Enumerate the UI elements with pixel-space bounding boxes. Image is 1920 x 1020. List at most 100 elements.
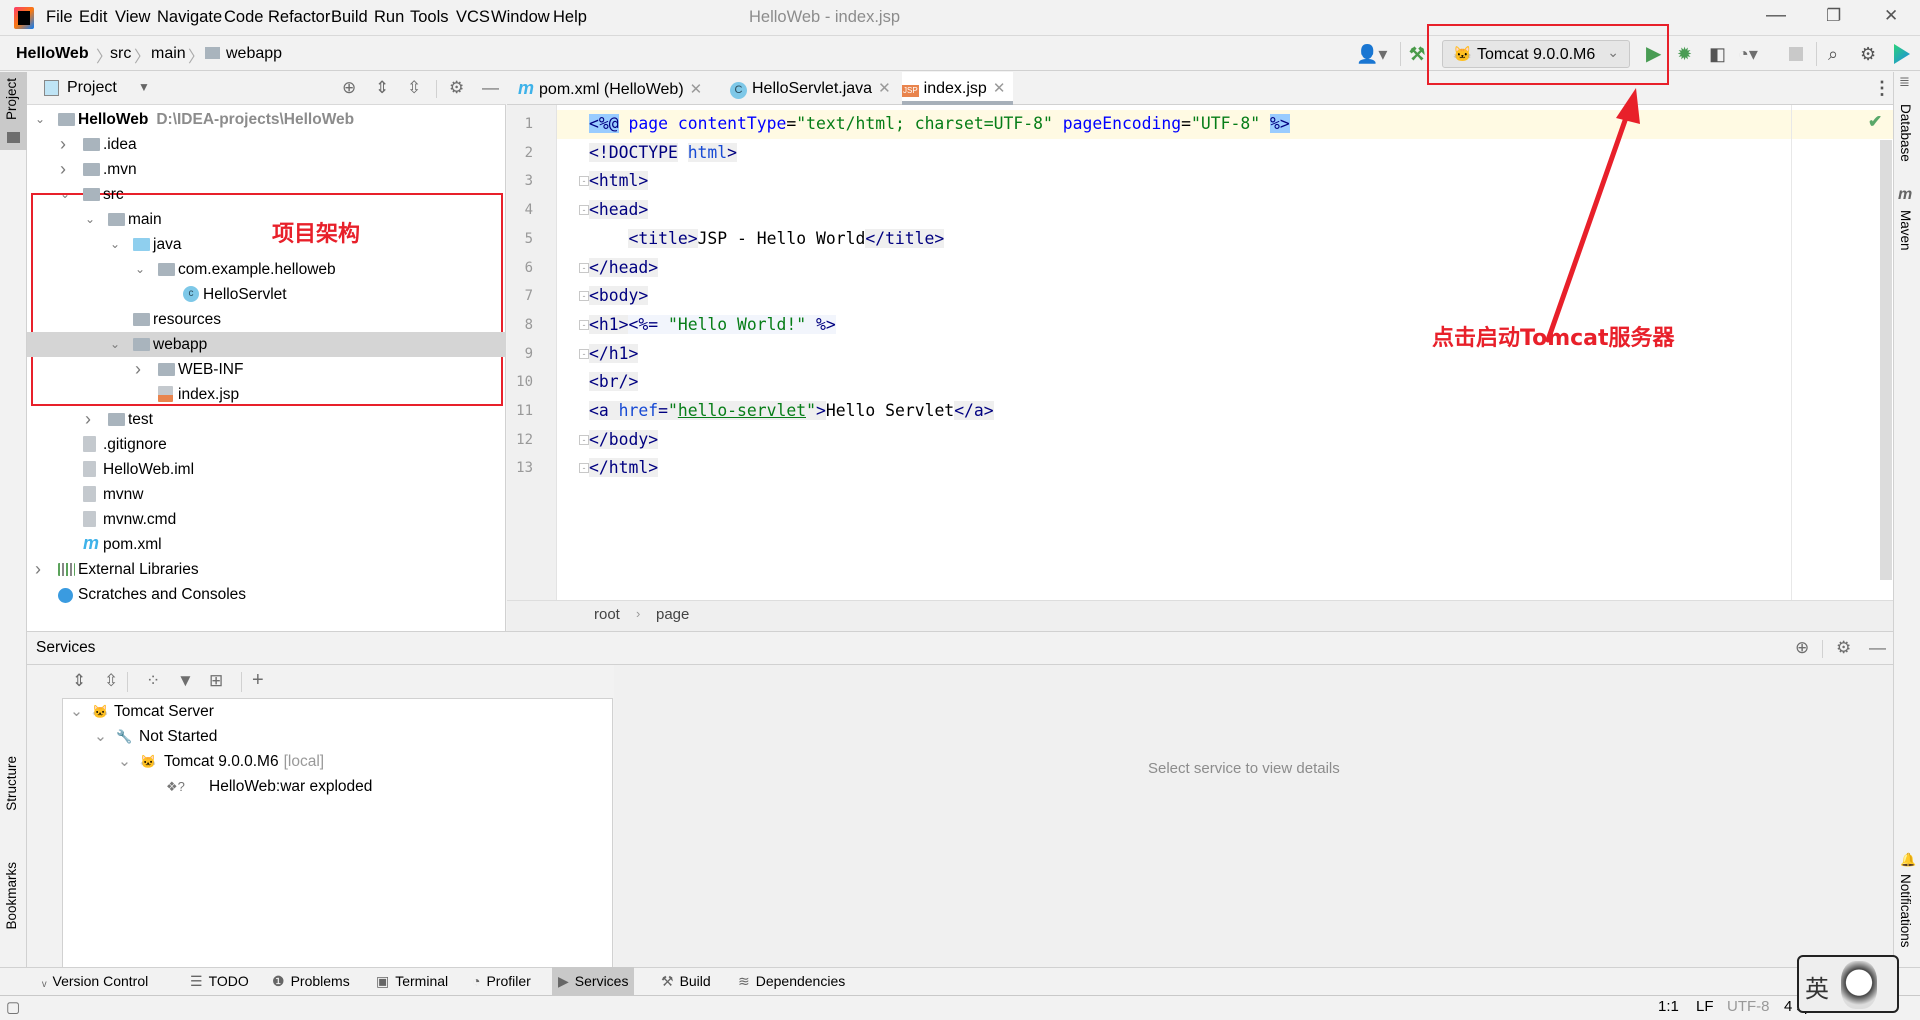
service-item-not-started[interactable]: Not Started: [139, 724, 217, 749]
collapse-all-icon[interactable]: ⇳: [407, 78, 421, 98]
chevron-down-icon[interactable]: ⌄: [35, 107, 45, 132]
fold-marker-icon[interactable]: -: [579, 463, 589, 474]
build-hammer-icon[interactable]: ⚒: [1409, 44, 1425, 64]
expand-all-icon[interactable]: ⇕: [72, 671, 86, 691]
tree-item-external-libraries[interactable]: › External Libraries: [27, 557, 506, 582]
tree-item-helloweb-iml[interactable]: HelloWeb.iml: [27, 457, 506, 482]
caret-position[interactable]: 1:1: [1658, 998, 1679, 1015]
chevron-down-icon[interactable]: ⌄: [85, 207, 95, 232]
maven-tool-tab[interactable]: Maven: [1898, 210, 1913, 251]
tree-item-helloweb[interactable]: ⌄ HelloWeb D:\IDEA-projects\HelloWeb: [27, 107, 506, 132]
code-line[interactable]: <a href="hello-servlet">Hello Servlet</a…: [589, 397, 994, 426]
code-line[interactable]: </h1>: [589, 340, 639, 369]
breadcrumb-src[interactable]: src: [110, 45, 131, 63]
settings-gear-icon[interactable]: ⚙: [1860, 44, 1876, 64]
fold-marker-icon[interactable]: -: [579, 262, 589, 273]
tree-item-java[interactable]: ⌄ java: [27, 232, 506, 257]
service-item-tomcat-server[interactable]: Tomcat Server: [114, 699, 214, 724]
user-icon[interactable]: 👤▾: [1356, 44, 1387, 64]
code-line[interactable]: <%@ page contentType="text/html; charset…: [589, 110, 1290, 139]
line-separator[interactable]: LF: [1696, 998, 1714, 1015]
chevron-down-icon[interactable]: ⌄: [110, 232, 120, 257]
code-line[interactable]: <!DOCTYPE html>: [589, 139, 738, 168]
fold-marker-icon[interactable]: -: [579, 205, 589, 216]
chevron-down-icon[interactable]: ⌄: [70, 699, 83, 724]
chevron-down-icon[interactable]: ⌄: [118, 749, 131, 774]
menu-help[interactable]: Help: [553, 8, 587, 27]
tree-item-helloservlet[interactable]: c HelloServlet: [27, 282, 506, 307]
fold-marker-icon[interactable]: -: [579, 348, 589, 359]
tree-item-main[interactable]: ⌄ main: [27, 207, 506, 232]
file-encoding[interactable]: UTF-8: [1727, 998, 1770, 1015]
profiler-icon[interactable]: ◔▾: [1738, 44, 1758, 64]
code-line[interactable]: </head>: [589, 254, 659, 283]
fold-marker-icon[interactable]: -: [579, 434, 589, 445]
code-line[interactable]: <html>: [589, 167, 649, 196]
tree-item-src[interactable]: ⌄ src: [27, 182, 506, 207]
menu-file[interactable]: File: [46, 8, 73, 27]
chevron-right-icon[interactable]: ›: [85, 407, 91, 432]
bookmarks-tool-tab[interactable]: Bookmarks: [4, 862, 19, 930]
collapse-all-icon[interactable]: ⇳: [104, 671, 118, 691]
chevron-right-icon[interactable]: ›: [135, 357, 141, 382]
chevron-down-icon[interactable]: ⌄: [110, 332, 120, 357]
menu-edit[interactable]: Edit: [79, 8, 107, 27]
tool-window-dependencies[interactable]: ≋ Dependencies: [732, 967, 851, 995]
no-problems-check-icon[interactable]: ✔: [1868, 112, 1882, 132]
chevron-down-icon[interactable]: ⌄: [60, 182, 70, 207]
tree-item--gitignore[interactable]: .gitignore: [27, 432, 506, 457]
settings-gear-icon[interactable]: ⚙: [449, 78, 464, 98]
tool-window-version-control[interactable]: ᵥ Version Control: [36, 967, 154, 995]
fold-marker-icon[interactable]: -: [579, 291, 589, 302]
tool-window-build[interactable]: ⚒ Build: [655, 967, 717, 995]
chevron-right-icon[interactable]: ›: [60, 132, 66, 157]
tool-window-terminal[interactable]: ▣ Terminal: [370, 967, 454, 995]
tree-item-com-example-helloweb[interactable]: ⌄ com.example.helloweb: [27, 257, 506, 282]
chevron-right-icon[interactable]: ›: [60, 157, 66, 182]
hide-panel-icon[interactable]: —: [482, 78, 499, 98]
code-line[interactable]: <br/>: [589, 368, 639, 397]
breadcrumb-project[interactable]: HelloWeb: [16, 45, 89, 63]
code-line[interactable]: <title>JSP - Hello World</title>: [589, 225, 945, 254]
code-line[interactable]: <head>: [589, 196, 649, 225]
close-button[interactable]: ✕: [1884, 6, 1898, 26]
tree-item-pom-xml[interactable]: m pom.xml: [27, 532, 506, 557]
chevron-right-icon[interactable]: ›: [35, 557, 41, 582]
menu-code[interactable]: Code: [224, 8, 263, 27]
breadcrumb-webapp[interactable]: webapp: [226, 45, 282, 63]
new-service-icon[interactable]: ⊞: [209, 671, 223, 691]
menu-tools[interactable]: Tools: [410, 8, 449, 27]
tab-index-jsp[interactable]: JSP index.jsp ✕: [902, 72, 1014, 105]
code-line[interactable]: <h1><%= "Hello World!" %>: [589, 311, 836, 340]
fold-marker-icon[interactable]: -: [579, 319, 589, 330]
close-tab-icon[interactable]: ✕: [993, 80, 1006, 97]
close-tab-icon[interactable]: ✕: [690, 81, 703, 98]
tree-item-web-inf[interactable]: › WEB-INF: [27, 357, 506, 382]
project-view-selector[interactable]: Project: [67, 79, 117, 97]
tab-pom-xml-helloweb-[interactable]: m pom.xml (HelloWeb) ✕: [518, 72, 710, 105]
stop-icon[interactable]: [1789, 47, 1803, 61]
locate-icon[interactable]: ⊕: [1795, 638, 1809, 658]
fold-marker-icon[interactable]: -: [579, 176, 589, 187]
hide-panel-icon[interactable]: —: [1869, 638, 1886, 658]
menu-navigate[interactable]: Navigate: [157, 8, 222, 27]
database-tool-tab[interactable]: Database: [1898, 104, 1913, 162]
menu-vcs[interactable]: VCS: [456, 8, 490, 27]
service-item-tomcat-9-0-0-m6[interactable]: Tomcat 9.0.0.M6 [local]: [164, 749, 324, 774]
tree-item-test[interactable]: › test: [27, 407, 506, 432]
tool-window-services[interactable]: ▶ Services: [552, 967, 635, 995]
minimize-button[interactable]: —: [1766, 4, 1786, 27]
add-service-icon[interactable]: +: [252, 669, 264, 692]
menu-build[interactable]: Build: [331, 8, 368, 27]
tool-window-problems[interactable]: ❶ Problems: [266, 967, 356, 995]
settings-gear-icon[interactable]: ⚙: [1836, 638, 1851, 658]
structure-tool-tab[interactable]: Structure: [4, 756, 19, 811]
service-item-helloweb-war-exploded[interactable]: HelloWeb:war exploded: [209, 774, 372, 799]
editor-crumb-root[interactable]: root: [594, 606, 620, 623]
chevron-down-icon[interactable]: ▼: [138, 80, 150, 94]
group-by-icon[interactable]: ⁘: [146, 671, 160, 691]
menu-refactor[interactable]: Refactor: [268, 8, 330, 27]
tree-item-scratches-and-consoles[interactable]: Scratches and Consoles: [27, 582, 506, 607]
tool-window-todo[interactable]: ☰ TODO: [184, 967, 255, 995]
breadcrumb-main[interactable]: main: [151, 45, 186, 63]
